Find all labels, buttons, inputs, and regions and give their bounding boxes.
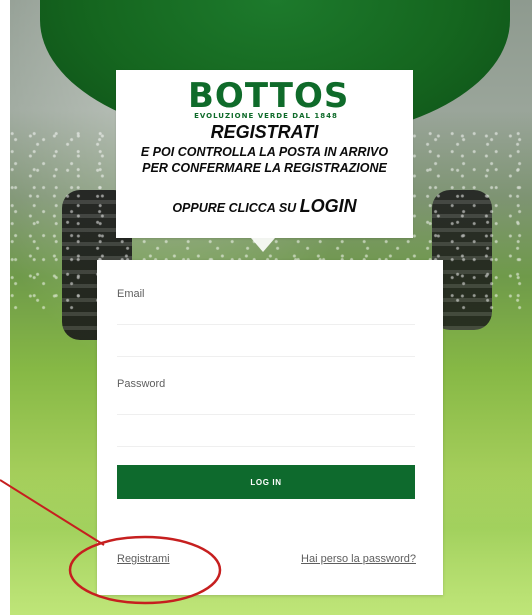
notice-line-1: E POI CONTROLLA LA POSTA IN ARRIVO xyxy=(140,145,389,159)
notice-or-login: OPPURE CLICCA SU LOGIN xyxy=(116,196,413,217)
email-field[interactable] xyxy=(173,314,413,338)
background-scene: BOTTOS EVOLUZIONE VERDE DAL 1848 REGISTR… xyxy=(0,0,532,615)
brand-tagline: EVOLUZIONE VERDE DAL 1848 xyxy=(194,112,338,120)
notice-or-action: LOGIN xyxy=(299,196,357,216)
login-card: Email Password LOG IN Registrami Hai per… xyxy=(97,260,443,595)
password-label: Password xyxy=(117,378,166,390)
brand-logo: BOTTOS EVOLUZIONE VERDE DAL 1848 xyxy=(188,76,350,122)
notice-line-2: PER CONFERMARE LA REGISTRAZIONE xyxy=(142,161,387,175)
notice-title: REGISTRATI xyxy=(210,122,319,142)
email-label: Email xyxy=(117,288,145,300)
login-button[interactable]: LOG IN xyxy=(117,465,415,499)
notice-pointer xyxy=(251,238,275,252)
brand-notice-box: BOTTOS EVOLUZIONE VERDE DAL 1848 REGISTR… xyxy=(116,70,413,238)
email-field-divider xyxy=(117,356,415,357)
email-field-underline xyxy=(117,324,415,325)
password-field-underline xyxy=(117,414,415,415)
brand-logo-wordmark: BOTTOS xyxy=(188,76,350,116)
password-field-divider xyxy=(117,446,415,447)
notice-or-prefix: OPPURE CLICCA SU xyxy=(172,201,300,215)
forgot-password-link[interactable]: Hai perso la password? xyxy=(301,553,416,565)
register-link[interactable]: Registrami xyxy=(117,553,170,565)
